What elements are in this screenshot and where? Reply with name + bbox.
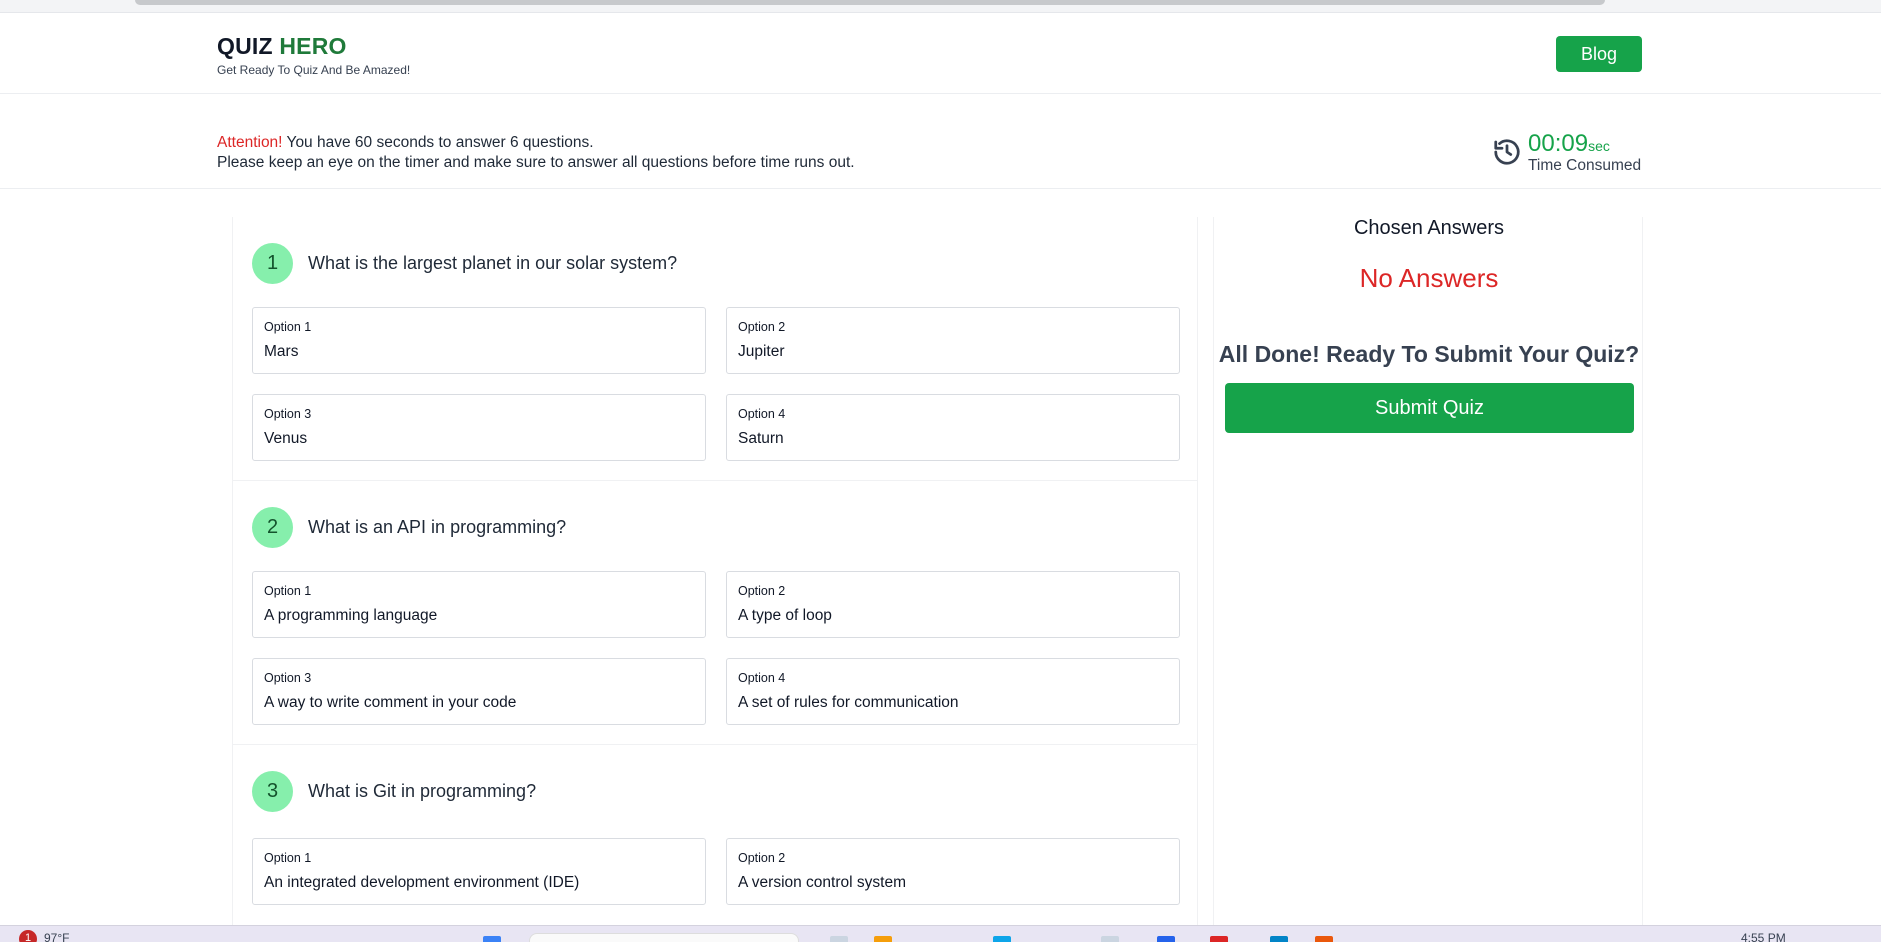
question-text: What is an API in programming? [308,517,567,537]
taskbar-app-icon[interactable] [874,936,892,942]
option-card[interactable]: Option 3 Venus [252,394,706,461]
option-value: A type of loop [738,607,832,624]
taskbar-app-icon[interactable] [1315,936,1333,942]
option-card[interactable]: Option 1 Mars [252,307,706,374]
taskbar-app-icon[interactable] [483,936,501,942]
option-card[interactable]: Option 2 A type of loop [726,571,1180,638]
options-grid: Option 1 A programming language Option 2… [252,571,1180,725]
brand-title: QUIZ HERO [217,33,410,60]
option-label: Option 2 [738,851,786,865]
brand-quiz: QUIZ [217,33,273,59]
question-card: 3 What is Git in programming? Option 1 A… [232,745,1198,942]
taskbar-clock[interactable]: 4:55 PM [1741,931,1786,942]
os-taskbar: 1 97°F 4:55 PM [0,925,1881,942]
option-value: Jupiter [738,343,785,360]
weather-temperature[interactable]: 97°F [44,931,69,942]
question-number-badge: 2 [252,507,293,548]
option-card[interactable]: Option 2 Jupiter [726,307,1180,374]
option-card[interactable]: Option 1 A programming language [252,571,706,638]
option-value: Mars [264,343,299,360]
quiz-list: 1 What is the largest planet in our sola… [232,217,1198,942]
option-label: Option 3 [264,671,312,685]
submit-prompt: All Done! Ready To Submit Your Quiz? [1218,341,1640,367]
brand[interactable]: QUIZ HERO Get Ready To Quiz And Be Amaze… [217,33,410,77]
question-number-badge: 1 [252,243,293,284]
option-card[interactable]: Option 4 Saturn [726,394,1180,461]
option-label: Option 4 [738,671,786,685]
no-answers-text: No Answers [1359,263,1499,293]
option-value: Saturn [738,430,784,447]
brand-hero: HERO [279,33,347,59]
option-label: Option 4 [738,407,786,421]
taskbar-app-icon[interactable] [1270,936,1288,942]
answers-panel: Chosen Answers No Answers All Done! Read… [1213,217,1643,927]
question-text: What is Git in programming? [308,781,537,801]
site-header: QUIZ HERO Get Ready To Quiz And Be Amaze… [0,13,1881,94]
taskbar-app-icon[interactable] [993,936,1011,942]
taskbar-app-icon[interactable] [1101,936,1119,942]
chosen-answers-title: Chosen Answers [1353,217,1505,239]
question-number-badge: 3 [252,771,293,812]
option-card[interactable]: Option 2 A version control system [726,838,1180,905]
taskbar-app-icon[interactable] [1210,936,1228,942]
taskbar-app-icon[interactable] [1157,936,1175,942]
notice-text: Attention! You have 60 seconds to answer… [217,133,855,173]
option-label: Option 3 [264,407,312,421]
option-label: Option 2 [738,584,786,598]
option-label: Option 1 [264,320,312,334]
brand-tagline: Get Ready To Quiz And Be Amazed! [217,63,411,77]
option-card[interactable]: Option 3 A way to write comment in your … [252,658,706,725]
options-grid: Option 1 Mars Option 2 Jupiter Option 3 … [252,307,1180,461]
timer-unit: sec [1588,138,1610,154]
notification-badge[interactable]: 1 [19,930,37,942]
option-value: A set of rules for communication [738,694,959,711]
option-value: An integrated development environment (I… [264,874,580,891]
timer: 00:09sec Time Consumed [1492,131,1641,175]
browser-scrollbar-thumb[interactable] [135,0,1605,5]
question-header: 1 What is the largest planet in our sola… [252,243,677,284]
question-card: 1 What is the largest planet in our sola… [232,217,1198,481]
submit-quiz-button[interactable]: Submit Quiz [1225,383,1634,433]
option-label: Option 1 [264,851,312,865]
attention-label: Attention! [217,134,283,151]
option-label: Option 1 [264,584,312,598]
notice-line-1: You have 60 seconds to answer 6 question… [282,134,594,151]
question-header: 2 What is an API in programming? [252,507,566,548]
option-value: Venus [264,430,308,447]
taskbar-search-box[interactable] [529,933,799,942]
options-grid: Option 1 An integrated development envir… [252,838,1180,905]
blog-button[interactable]: Blog [1556,36,1642,72]
notice-line-2: Please keep an eye on the timer and make… [217,154,855,171]
option-value: A version control system [738,874,906,891]
question-text: What is the largest planet in our solar … [308,253,678,273]
option-card[interactable]: Option 1 An integrated development envir… [252,838,706,905]
taskbar-app-icon[interactable] [830,936,848,942]
history-icon [1494,139,1520,165]
option-value: A programming language [264,607,438,624]
browser-scrollbar[interactable] [0,0,1881,13]
option-label: Option 2 [738,320,786,334]
option-card[interactable]: Option 4 A set of rules for communicatio… [726,658,1180,725]
timer-label: Time Consumed [1528,157,1642,174]
notice-bar: Attention! You have 60 seconds to answer… [0,95,1881,189]
option-value: A way to write comment in your code [264,694,517,711]
question-card: 2 What is an API in programming? Option … [232,481,1198,745]
timer-value: 00:09 [1528,130,1589,157]
question-header: 3 What is Git in programming? [252,771,536,812]
